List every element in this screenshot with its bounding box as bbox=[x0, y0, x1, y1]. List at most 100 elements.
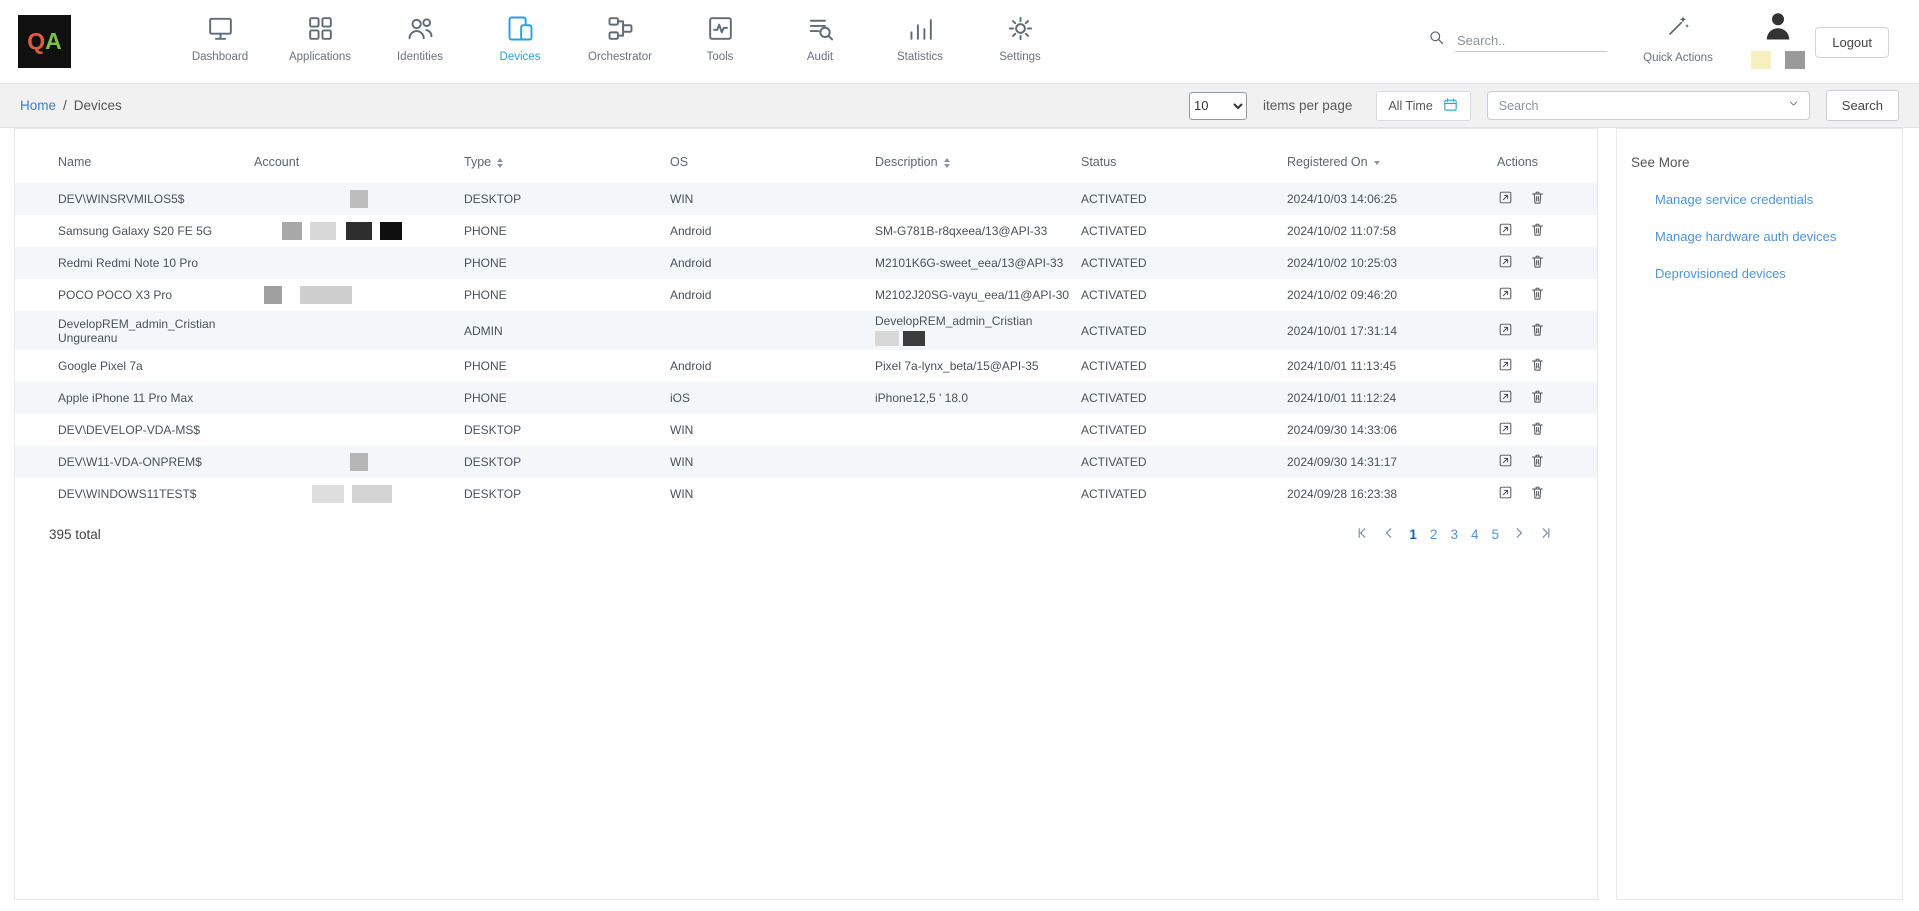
open-device-button[interactable] bbox=[1497, 285, 1514, 305]
search-button[interactable]: Search bbox=[1826, 90, 1899, 121]
pagination-page-1[interactable]: 1 bbox=[1409, 527, 1417, 542]
redacted-block bbox=[300, 286, 352, 304]
column-header-label: Status bbox=[1081, 155, 1116, 169]
device-description: M2102J20SG-vayu_eea/11@API-30 bbox=[875, 279, 1081, 311]
device-description: SM-G781B-r8qxeea/13@API-33 bbox=[875, 215, 1081, 247]
breadcrumb-home-link[interactable]: Home bbox=[20, 98, 56, 113]
column-header-registered-on[interactable]: Registered On bbox=[1287, 141, 1497, 183]
statistics-icon bbox=[905, 12, 936, 44]
pagination-page-5[interactable]: 5 bbox=[1491, 527, 1499, 542]
nav-item-devices[interactable]: Devices bbox=[470, 12, 570, 63]
device-os: Android bbox=[670, 247, 875, 279]
redacted-block bbox=[875, 331, 899, 346]
nav-item-settings[interactable]: Settings bbox=[970, 12, 1070, 63]
device-type: PHONE bbox=[464, 382, 670, 414]
nav-item-statistics[interactable]: Statistics bbox=[870, 12, 970, 63]
column-header-label: Registered On bbox=[1287, 155, 1368, 169]
open-device-button[interactable] bbox=[1497, 388, 1514, 408]
nav-item-audit[interactable]: Audit bbox=[770, 12, 870, 63]
device-actions bbox=[1497, 478, 1597, 510]
pagination-last-button[interactable] bbox=[1539, 526, 1553, 543]
device-row: DEV\WINDOWS11TEST$DESKTOPWINACTIVATED202… bbox=[15, 478, 1597, 510]
pagination-page-2[interactable]: 2 bbox=[1430, 527, 1438, 542]
search-filter-combobox[interactable] bbox=[1487, 91, 1810, 120]
device-account bbox=[254, 446, 464, 478]
trash-icon bbox=[1529, 194, 1546, 209]
delete-device-button[interactable] bbox=[1529, 189, 1546, 209]
column-header-type[interactable]: Type bbox=[464, 141, 670, 183]
device-actions bbox=[1497, 183, 1597, 215]
devices-table-card: NameAccountTypeOSDescriptionStatusRegist… bbox=[14, 128, 1598, 900]
list-controls: 10 items per page All Time Search bbox=[1189, 90, 1899, 121]
magic-wand-icon bbox=[1665, 12, 1692, 44]
device-account bbox=[254, 350, 464, 382]
brand-logo[interactable]: QA bbox=[18, 15, 71, 68]
pagination-first-button[interactable] bbox=[1355, 526, 1369, 543]
device-description bbox=[875, 183, 1081, 215]
pagination-page-4[interactable]: 4 bbox=[1471, 527, 1479, 542]
open-device-button[interactable] bbox=[1497, 484, 1514, 504]
delete-device-button[interactable] bbox=[1529, 452, 1546, 472]
device-os bbox=[670, 311, 875, 350]
nav-item-label: Dashboard bbox=[192, 51, 248, 63]
pagination-page-3[interactable]: 3 bbox=[1450, 527, 1458, 542]
device-account bbox=[254, 478, 464, 510]
logout-button[interactable]: Logout bbox=[1815, 27, 1889, 58]
column-header-label: Description bbox=[875, 155, 938, 169]
orchestrator-icon bbox=[605, 12, 636, 44]
see-more-link-deprovisioned-devices[interactable]: Deprovisioned devices bbox=[1655, 266, 1888, 281]
box-arrow-icon bbox=[1497, 226, 1514, 241]
column-header-label: Actions bbox=[1497, 155, 1538, 169]
nav-item-label: Audit bbox=[807, 51, 833, 63]
open-device-button[interactable] bbox=[1497, 452, 1514, 472]
box-arrow-icon bbox=[1497, 258, 1514, 273]
see-more-link-manage-service-credentials[interactable]: Manage service credentials bbox=[1655, 192, 1888, 207]
items-per-page-select[interactable]: 10 bbox=[1189, 92, 1247, 120]
pagination-prev-button[interactable] bbox=[1382, 526, 1396, 543]
pagination-next-button[interactable] bbox=[1512, 526, 1526, 543]
nav-item-tools[interactable]: Tools bbox=[670, 12, 770, 63]
device-type: PHONE bbox=[464, 279, 670, 311]
nav-item-dashboard[interactable]: Dashboard bbox=[170, 12, 270, 63]
nav-item-orchestrator[interactable]: Orchestrator bbox=[570, 12, 670, 63]
open-device-button[interactable] bbox=[1497, 356, 1514, 376]
device-name: DEV\WINDOWS11TEST$ bbox=[15, 478, 254, 510]
time-filter-button[interactable]: All Time bbox=[1376, 91, 1470, 121]
nav-item-applications[interactable]: Applications bbox=[270, 12, 370, 63]
device-account bbox=[254, 183, 464, 215]
column-header-status: Status bbox=[1081, 141, 1287, 183]
column-header-name: Name bbox=[15, 141, 254, 183]
nav-item-identities[interactable]: Identities bbox=[370, 12, 470, 63]
open-device-button[interactable] bbox=[1497, 253, 1514, 273]
device-account bbox=[254, 382, 464, 414]
column-header-description[interactable]: Description bbox=[875, 141, 1081, 183]
open-device-button[interactable] bbox=[1497, 189, 1514, 209]
device-status: ACTIVATED bbox=[1081, 247, 1287, 279]
trash-icon bbox=[1529, 258, 1546, 273]
main-nav: Dashboard ApplicationsIdentitiesDevicesOr… bbox=[170, 12, 1070, 63]
calendar-icon bbox=[1442, 96, 1459, 116]
prev-page-icon bbox=[1382, 526, 1396, 543]
sort-icon bbox=[497, 158, 503, 168]
search-filter-input[interactable] bbox=[1497, 98, 1787, 114]
delete-device-button[interactable] bbox=[1529, 253, 1546, 273]
open-device-button[interactable] bbox=[1497, 420, 1514, 440]
device-row: DEV\DEVELOP-VDA-MS$DESKTOPWINACTIVATED20… bbox=[15, 414, 1597, 446]
delete-device-button[interactable] bbox=[1529, 388, 1546, 408]
user-menu[interactable] bbox=[1748, 8, 1808, 69]
delete-device-button[interactable] bbox=[1529, 285, 1546, 305]
global-search-input[interactable] bbox=[1455, 30, 1607, 52]
box-arrow-icon bbox=[1497, 425, 1514, 440]
open-device-button[interactable] bbox=[1497, 321, 1514, 341]
quick-actions-button[interactable]: Quick Actions bbox=[1638, 12, 1718, 64]
redacted-user-info bbox=[1751, 51, 1805, 69]
chevron-down-icon[interactable] bbox=[1787, 97, 1800, 115]
delete-device-button[interactable] bbox=[1529, 321, 1546, 341]
see-more-link-manage-hardware-auth-devices[interactable]: Manage hardware auth devices bbox=[1655, 229, 1888, 244]
open-device-button[interactable] bbox=[1497, 221, 1514, 241]
delete-device-button[interactable] bbox=[1529, 356, 1546, 376]
delete-device-button[interactable] bbox=[1529, 484, 1546, 504]
delete-device-button[interactable] bbox=[1529, 221, 1546, 241]
delete-device-button[interactable] bbox=[1529, 420, 1546, 440]
device-actions bbox=[1497, 382, 1597, 414]
